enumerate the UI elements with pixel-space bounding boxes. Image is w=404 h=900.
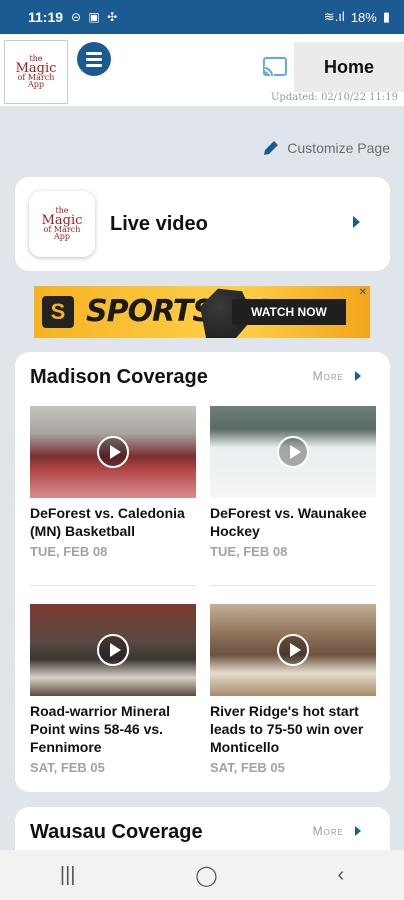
logo-text: the Magic of March App [41,206,83,242]
play-icon [97,436,129,468]
play-icon [277,436,309,468]
divider [210,585,376,586]
video-date: TUE, FEB 08 [30,544,108,559]
status-time: 11:19 [28,9,64,25]
chevron-right-icon [355,826,361,836]
status-bar: 11:19 ⊝ ▣ ✣ ≋.ıl 18% ▮ [0,0,404,34]
more-label: More [312,369,344,383]
more-link[interactable]: More [313,824,362,838]
video-tile[interactable]: DeForest vs. Caledonia (MN) Basketball T… [30,406,196,559]
system-nav-bar: ||| ◯ ‹ [0,850,404,900]
battery-level: 18% [350,9,377,25]
play-icon [97,634,129,666]
madison-coverage-card: Madison Coverage More DeForest vs. Caled… [15,352,390,792]
recents-icon[interactable]: ||| [60,864,76,887]
home-button[interactable]: Home [294,42,404,92]
app-logo[interactable]: the Magic of March App [4,40,68,104]
hamburger-line [86,57,102,61]
status-right: ≋.ıl 18% ▮ [324,9,390,25]
chevron-right-icon [353,216,360,228]
video-date: TUE, FEB 08 [210,544,288,559]
customize-label: Customize Page [287,140,390,156]
video-title: DeForest vs. Caledonia (MN) Basketball [30,505,185,539]
hamburger-icon [86,51,102,55]
battery-icon: ▮ [382,9,390,24]
section-title: Wausau Coverage [30,821,203,843]
video-date: SAT, FEB 05 [210,760,285,775]
more-label: More [312,824,344,838]
more-link[interactable]: More [313,369,362,383]
watch-now-button[interactable]: WATCH NOW [232,299,346,325]
live-video-label: Live video [110,212,208,235]
cast-icon[interactable] [262,56,288,78]
app-bar: the Magic of March App Home Updated: 02/… [0,34,404,106]
signal-icon: ≋.ıl [323,9,345,24]
divider [30,585,196,586]
video-title: Road-warrior Mineral Point wins 58-46 vs… [30,703,171,755]
logo-text: the Magic of March App [15,54,57,90]
notification-icons: ⊝ ▣ ✣ [71,10,120,24]
back-icon[interactable]: ‹ [337,864,344,887]
video-thumbnail [210,406,376,498]
video-title: DeForest vs. Waunakee Hockey [210,505,367,539]
video-thumbnail [210,604,376,696]
video-thumbnail [30,604,196,696]
live-video-logo: the Magic of March App [29,191,95,257]
video-title: River Ridge's hot start leads to 75-50 w… [210,703,364,755]
ad-close-icon[interactable]: ✕ [359,287,367,298]
video-date: SAT, FEB 05 [30,760,105,775]
updated-timestamp: Updated: 02/10/22 11:19 [271,92,398,103]
play-icon [277,634,309,666]
video-tile[interactable]: DeForest vs. Waunakee Hockey TUE, FEB 08 [210,406,376,559]
customize-page-link[interactable]: Customize Page [261,138,390,158]
live-video-card[interactable]: the Magic of March App Live video [15,177,390,271]
home-circle-icon[interactable]: ◯ [195,863,217,888]
video-thumbnail [30,406,196,498]
hamburger-line [86,63,102,67]
video-tile[interactable]: Road-warrior Mineral Point wins 58-46 vs… [30,604,196,775]
pencil-icon [264,141,279,155]
chevron-right-icon [355,371,361,381]
video-tile[interactable]: River Ridge's hot start leads to 75-50 w… [210,604,376,775]
sportstv-logo-icon: S [42,296,74,328]
section-title: Madison Coverage [30,366,208,388]
menu-button[interactable] [77,42,111,76]
sportstv-ad-banner[interactable]: S SPORTS.TV WATCH NOW ✕ [34,286,370,338]
